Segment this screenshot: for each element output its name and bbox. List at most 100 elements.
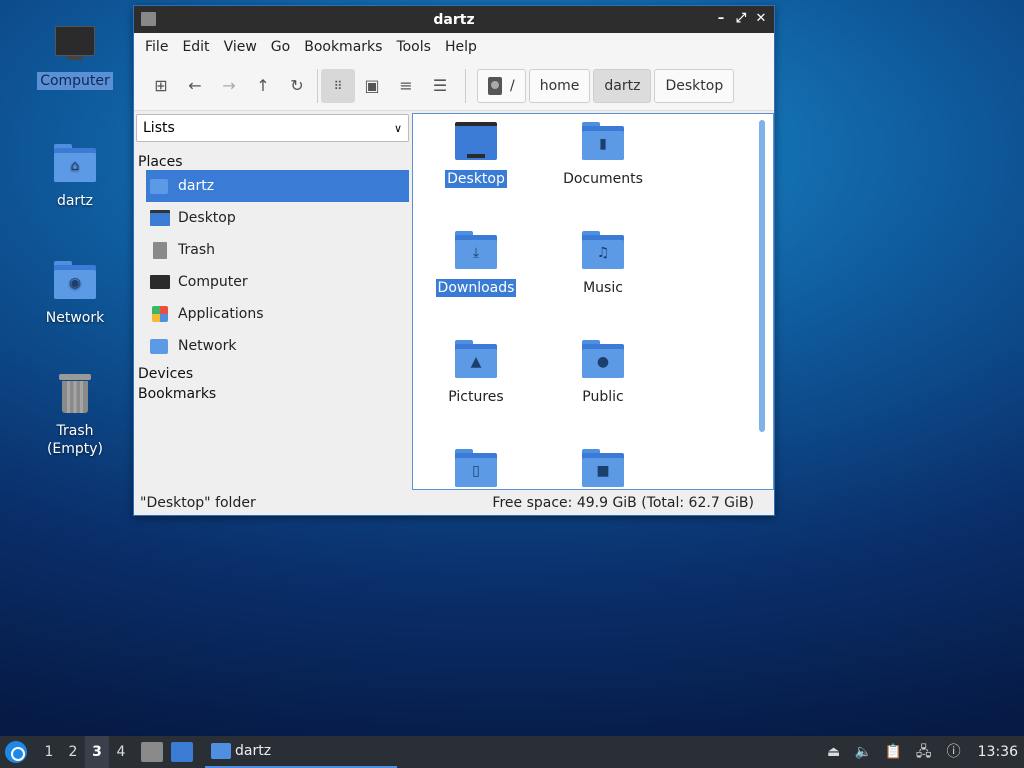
file-label: Desktop <box>445 170 507 188</box>
back-button[interactable]: ← <box>178 69 212 103</box>
breadcrumb: / home dartz Desktop <box>477 68 735 103</box>
templates-folder-icon: ▯ <box>455 449 497 489</box>
menu-bar: File Edit View Go Bookmarks Tools Help <box>134 33 774 61</box>
file-item-videos[interactable]: ■ <box>548 449 658 489</box>
music-folder-icon: ♫ <box>582 231 624 271</box>
combo-value: Lists <box>143 120 175 136</box>
image-icon: ▣ <box>364 76 380 95</box>
reload-button[interactable]: ↻ <box>280 69 314 103</box>
file-item-downloads[interactable]: ⤓ Downloads <box>421 231 531 297</box>
show-desktop-icon[interactable] <box>171 742 193 762</box>
chevron-down-icon: ∨ <box>393 121 402 135</box>
clipboard-icon[interactable]: 📋 <box>884 742 904 762</box>
desktop-icon-network[interactable]: ◉ Network <box>25 259 125 327</box>
file-item-documents[interactable]: ▮ Documents <box>548 122 658 188</box>
grid-icon: ⠿ <box>333 78 343 93</box>
arrow-up-icon: ↑ <box>256 76 270 95</box>
trash-icon <box>53 374 97 418</box>
desktop-icon-home[interactable]: ⌂ dartz <box>25 142 125 210</box>
window-title: dartz <box>433 11 475 28</box>
folder-icon <box>211 743 231 759</box>
volume-icon[interactable]: 🔈 <box>854 742 874 762</box>
place-label: dartz <box>178 178 215 194</box>
place-home[interactable]: dartz <box>146 170 409 202</box>
status-bar: "Desktop" folder Free space: 49.9 GiB (T… <box>134 491 774 515</box>
list-icon: ≡ <box>399 76 413 95</box>
thumbnail-view-button[interactable]: ▣ <box>355 69 389 103</box>
arrow-right-icon: → <box>222 76 236 95</box>
vertical-scrollbar[interactable] <box>759 120 765 432</box>
desktop-icon-computer[interactable]: Computer <box>25 24 125 90</box>
place-computer[interactable]: Computer <box>136 266 409 298</box>
icon-view-button[interactable]: ⠿ <box>321 68 355 103</box>
file-label: Public <box>582 389 624 405</box>
menu-tools[interactable]: Tools <box>389 39 438 55</box>
crumb-label: Desktop <box>665 77 724 94</box>
menu-bookmarks[interactable]: Bookmarks <box>297 39 389 55</box>
desktop-folder-icon <box>455 122 497 162</box>
new-tab-button[interactable]: ⊞ <box>144 69 178 103</box>
desktop-icon-label: Computer <box>37 72 113 90</box>
crumb-dartz[interactable]: dartz <box>593 68 652 103</box>
close-icon[interactable]: ✕ <box>754 10 768 28</box>
place-desktop[interactable]: Desktop <box>136 202 409 234</box>
file-manager-launcher-icon[interactable] <box>141 742 163 762</box>
detail-view-button[interactable]: ☰ <box>423 69 457 103</box>
start-menu-icon[interactable] <box>5 741 27 763</box>
crumb-desktop[interactable]: Desktop <box>654 68 735 103</box>
crumb-home[interactable]: home <box>528 68 591 103</box>
file-item-music[interactable]: ♫ Music <box>548 231 658 297</box>
workspace-4[interactable]: 4 <box>109 744 133 760</box>
place-network[interactable]: Network <box>136 330 409 362</box>
home-folder-icon <box>150 177 170 195</box>
file-label: Pictures <box>448 389 504 405</box>
file-label: Downloads <box>435 279 517 297</box>
menu-edit[interactable]: Edit <box>175 39 216 55</box>
place-label: Desktop <box>178 210 236 226</box>
desktop-icon-trash[interactable]: Trash (Empty) <box>25 374 125 458</box>
compact-view-button[interactable]: ≡ <box>389 69 423 103</box>
applications-icon <box>150 305 170 323</box>
file-item-desktop[interactable]: Desktop <box>421 122 531 188</box>
menu-help[interactable]: Help <box>438 39 484 55</box>
arrow-left-icon: ← <box>188 76 202 95</box>
clock[interactable]: 13:36 <box>978 744 1018 760</box>
eject-icon[interactable]: ⏏ <box>824 742 844 762</box>
file-item-templates[interactable]: ▯ <box>421 449 531 489</box>
workspace-3[interactable]: 3 <box>85 736 109 768</box>
new-tab-icon: ⊞ <box>154 76 168 95</box>
place-label: Network <box>178 338 237 354</box>
up-button[interactable]: ↑ <box>246 69 280 103</box>
workspace-1[interactable]: 1 <box>37 744 61 760</box>
place-trash[interactable]: Trash <box>136 234 409 266</box>
file-item-public[interactable]: ● Public <box>548 340 658 406</box>
crumb-label: / <box>510 77 515 94</box>
crumb-label: home <box>539 77 580 94</box>
task-label: dartz <box>235 743 272 759</box>
side-pane-mode-select[interactable]: Lists ∨ <box>136 114 409 142</box>
devices-heading[interactable]: Devices <box>136 362 409 382</box>
file-manager-window: dartz – ⤢ ✕ File Edit View Go Bookmarks … <box>133 5 775 516</box>
title-bar[interactable]: dartz – ⤢ ✕ <box>134 6 774 33</box>
menu-go[interactable]: Go <box>264 39 297 55</box>
minimize-icon[interactable]: – <box>714 10 728 28</box>
system-tray: ⏏ 🔈 📋 🖧 ⓘ 13:36 <box>824 742 1024 762</box>
network-status-icon[interactable]: 🖧 <box>914 742 934 762</box>
workspace-2[interactable]: 2 <box>61 744 85 760</box>
maximize-icon[interactable]: ⤢ <box>734 10 748 28</box>
file-label: Music <box>583 280 623 296</box>
toolbar-separator <box>317 68 318 103</box>
menu-file[interactable]: File <box>138 39 175 55</box>
file-view[interactable]: Desktop ▮ Documents ⤓ Downloads ♫ Music <box>412 113 774 490</box>
place-applications[interactable]: Applications <box>136 298 409 330</box>
crumb-root[interactable]: / <box>477 68 526 103</box>
computer-icon <box>53 24 97 68</box>
menu-view[interactable]: View <box>217 39 264 55</box>
status-free-space: Free space: 49.9 GiB (Total: 62.7 GiB) <box>492 495 754 511</box>
update-notification-icon[interactable]: ⓘ <box>944 742 964 762</box>
forward-button[interactable]: → <box>212 69 246 103</box>
taskbar-task-dartz[interactable]: dartz <box>205 736 397 768</box>
file-item-pictures[interactable]: ▲ Pictures <box>421 340 531 406</box>
places-heading[interactable]: Places <box>136 150 409 170</box>
bookmarks-heading[interactable]: Bookmarks <box>136 382 409 402</box>
